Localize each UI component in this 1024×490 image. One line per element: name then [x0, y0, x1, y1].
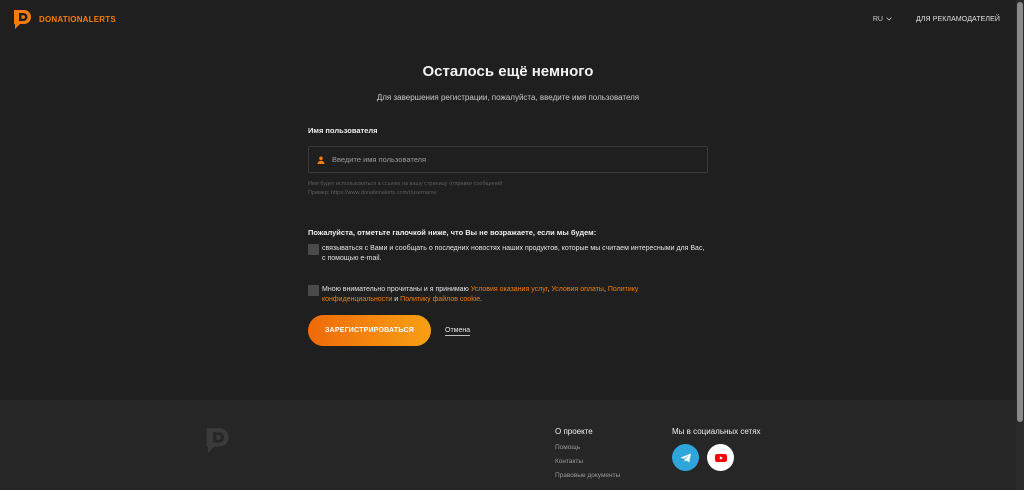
page: DONATIONALERTS RU ДЛЯ РЕКЛАМОДАТЕЛЕЙ Ост…	[0, 0, 1016, 490]
advertisers-link[interactable]: ДЛЯ РЕКЛАМОДАТЕЛЕЙ	[916, 16, 1000, 23]
footer-about-column: О проекте Помощь Контакты Правовые докум…	[555, 427, 620, 486]
logo[interactable]: DONATIONALERTS	[12, 8, 116, 30]
separator-3: и	[392, 296, 401, 303]
username-hint-line2: Пример: https://www.donationalerts.com/r…	[308, 190, 437, 196]
youtube-link[interactable]	[707, 444, 734, 471]
username-label: Имя пользователя	[308, 126, 378, 135]
social-links	[672, 444, 761, 471]
register-button[interactable]: ЗАРЕГИСТРИРОВАТЬСЯ	[308, 315, 431, 346]
consent-news-checkbox[interactable]	[308, 244, 319, 255]
scrollbar[interactable]	[1016, 0, 1024, 490]
consent-terms-row: Мною внимательно прочитаны и я принимаю …	[308, 285, 708, 305]
form-actions: ЗАРЕГИСТРИРОВАТЬСЯ Отмена	[308, 315, 471, 346]
footer-help-link[interactable]: Помощь	[555, 444, 620, 451]
footer-social-column: Мы в социальных сетях	[672, 427, 761, 471]
telegram-link[interactable]	[672, 444, 699, 471]
scrollbar-thumb[interactable]	[1017, 2, 1023, 422]
youtube-icon	[714, 453, 727, 462]
language-selector[interactable]: RU	[873, 16, 892, 23]
username-field-wrapper[interactable]	[308, 146, 708, 173]
footer-social-title: Мы в социальных сетях	[672, 427, 761, 436]
consent-news-text: связываться с Вами и сообщать о последни…	[322, 245, 705, 262]
consent-title: Пожалуйста, отметьте галочкой ниже, что …	[308, 228, 597, 237]
period: .	[480, 296, 483, 303]
username-hint: Имя будет использоваться в ссылке на ваш…	[308, 180, 502, 198]
logo-text: DONATIONALERTS	[39, 14, 116, 24]
footer: О проекте Помощь Контакты Правовые докум…	[0, 400, 1016, 490]
username-input[interactable]	[332, 155, 707, 164]
page-subtitle: Для завершения регистрации, пожалуйста, …	[376, 93, 640, 102]
payment-terms-link[interactable]: Условия оплаты	[551, 286, 604, 293]
cancel-button[interactable]: Отмена	[445, 327, 471, 336]
cookie-policy-link[interactable]: Политику файлов cookie	[400, 296, 480, 303]
consent-terms-text: Мною внимательно прочитаны и я принимаю …	[322, 285, 708, 305]
footer-contacts-link[interactable]: Контакты	[555, 458, 620, 465]
logo-icon	[14, 10, 31, 29]
terms-of-service-link[interactable]: Условия оказания услуг	[471, 286, 548, 293]
main-content: Осталось ещё немного Для завершения реги…	[0, 38, 1016, 400]
registration-form: Имя пользователя Имя будет использоватьс…	[308, 126, 708, 346]
footer-legal-link[interactable]: Правовые документы	[555, 472, 620, 479]
footer-about-title: О проекте	[555, 427, 593, 436]
language-label: RU	[872, 15, 883, 23]
chevron-down-icon	[886, 17, 892, 21]
telegram-icon	[680, 453, 691, 462]
username-hint-line1: Имя будет использоваться в ссылке на ваш…	[308, 181, 503, 187]
consent-terms-prefix: Мною внимательно прочитаны и я принимаю	[322, 286, 471, 293]
consent-terms-checkbox[interactable]	[308, 285, 319, 296]
page-title: Осталось ещё немного	[422, 63, 594, 80]
user-icon	[317, 156, 325, 164]
consent-news-row: связываться с Вами и сообщать о последни…	[308, 244, 708, 264]
header: DONATIONALERTS RU ДЛЯ РЕКЛАМОДАТЕЛЕЙ	[0, 0, 1016, 38]
header-right: RU ДЛЯ РЕКЛАМОДАТЕЛЕЙ	[873, 16, 1000, 23]
footer-logo-icon[interactable]	[204, 425, 230, 455]
